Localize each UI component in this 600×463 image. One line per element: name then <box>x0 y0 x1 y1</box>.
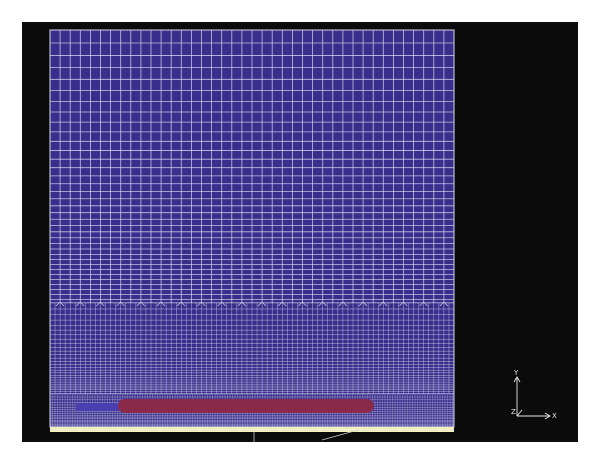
z-axis-line <box>516 409 523 417</box>
orientation-triad: Y X Z <box>511 369 557 420</box>
mesh-canvas[interactable]: Y X Z <box>22 22 578 442</box>
ground-plane <box>50 427 454 432</box>
refined-mesh-region <box>49 301 455 394</box>
coarse-mesh-region <box>49 29 455 304</box>
y-axis-label: Y <box>513 369 519 377</box>
x-axis-label: X <box>552 412 557 420</box>
z-axis-label: Z <box>511 408 516 416</box>
vehicle-body[interactable] <box>118 399 374 413</box>
graphics-viewport[interactable]: Y X Z <box>22 22 578 442</box>
